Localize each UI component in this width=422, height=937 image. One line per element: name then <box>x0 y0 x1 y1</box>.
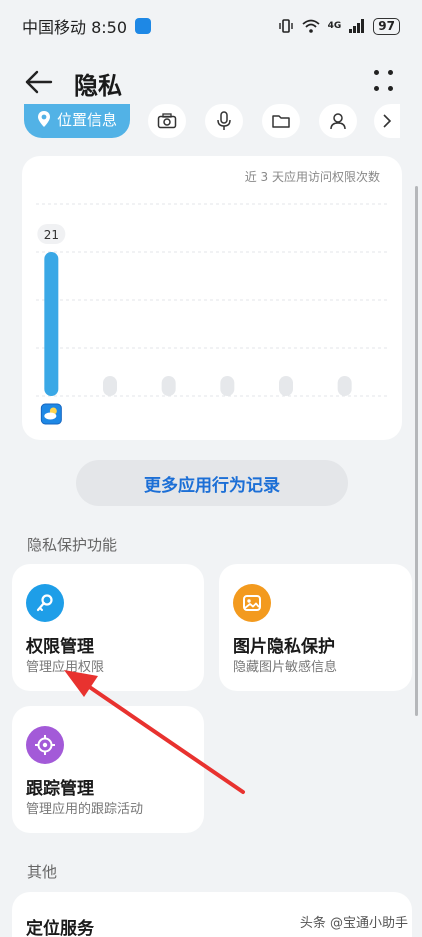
chart-bar-empty <box>279 376 293 396</box>
filter-chip-contacts[interactable] <box>319 104 357 138</box>
permission-filter-row: 位置信息 <box>0 104 422 140</box>
chart-bar[interactable] <box>44 252 59 396</box>
access-bar-chart: 21 <box>36 203 388 425</box>
wifi-icon <box>302 19 320 33</box>
filter-scroll-right[interactable] <box>374 104 400 138</box>
network-type: 4G <box>327 21 342 31</box>
image-privacy-card[interactable]: 图片隐私保护 隐藏图片敏感信息 <box>219 564 412 691</box>
contacts-icon <box>330 113 346 130</box>
chart-data-label: 21 <box>44 228 59 242</box>
filter-chip-microphone[interactable] <box>205 104 243 138</box>
key-icon <box>26 584 64 622</box>
access-chart-card: 近 3 天应用访问权限次数 21 <box>22 156 402 440</box>
app-header: 隐私 <box>0 58 422 106</box>
tracking-management-card[interactable]: 跟踪管理 管理应用的跟踪活动 <box>12 706 204 833</box>
chart-bar-empty <box>161 376 176 396</box>
permission-management-title: 权限管理 <box>26 637 94 657</box>
battery-indicator: 97 <box>373 17 400 35</box>
back-arrow-icon <box>25 70 53 94</box>
tracking-management-subtitle: 管理应用的跟踪活动 <box>26 802 144 817</box>
chart-bar-empty <box>337 376 352 396</box>
status-right: 4G 97 <box>278 17 400 35</box>
filter-chip-location[interactable]: 位置信息 <box>24 104 130 138</box>
permission-management-subtitle: 管理应用权限 <box>26 660 105 675</box>
status-left: 中国移动 8:50 <box>22 14 152 38</box>
weather-cloud-icon <box>44 412 57 420</box>
chart-bar-empty <box>220 376 235 396</box>
notification-icon <box>135 18 152 34</box>
permission-management-card[interactable]: 权限管理 管理应用权限 <box>12 564 204 691</box>
watermark-text: 头条 @宝通小助手 <box>299 916 408 931</box>
scrollbar[interactable] <box>415 186 418 716</box>
image-privacy-subtitle: 隐藏图片敏感信息 <box>233 660 338 675</box>
microphone-icon <box>217 111 231 130</box>
page-title: 隐私 <box>74 72 122 100</box>
chart-bar-empty <box>103 376 117 396</box>
signal-icon <box>349 19 365 33</box>
location-pin-icon <box>37 111 50 127</box>
more-dot-icon <box>374 70 379 75</box>
filter-chip-label: 位置信息 <box>56 110 117 129</box>
image-icon <box>233 584 271 622</box>
carrier-time: 中国移动 8:50 <box>22 18 128 37</box>
location-service-title: 定位服务 <box>26 919 94 937</box>
tracking-management-title: 跟踪管理 <box>26 779 94 799</box>
image-privacy-title: 图片隐私保护 <box>233 637 335 657</box>
more-dot-icon <box>388 86 393 91</box>
vibrate-icon <box>278 19 293 33</box>
privacy-section-label: 隐私保护功能 <box>27 536 118 554</box>
more-dot-icon <box>388 70 393 75</box>
filter-chip-storage[interactable] <box>262 104 300 138</box>
more-records-button[interactable]: 更多应用行为记录 <box>76 460 348 506</box>
watermark: 头条 @宝通小助手 <box>300 912 408 931</box>
more-options-button[interactable] <box>374 70 396 94</box>
target-icon <box>26 726 64 764</box>
status-bar: 中国移动 8:50 4G 97 <box>0 0 422 52</box>
chevron-right-icon <box>383 114 392 128</box>
back-button[interactable] <box>24 68 54 96</box>
camera-icon <box>157 113 177 129</box>
more-dot-icon <box>374 86 379 91</box>
filter-chip-camera[interactable] <box>148 104 186 138</box>
other-section-label: 其他 <box>27 863 58 881</box>
folder-icon <box>272 115 290 128</box>
